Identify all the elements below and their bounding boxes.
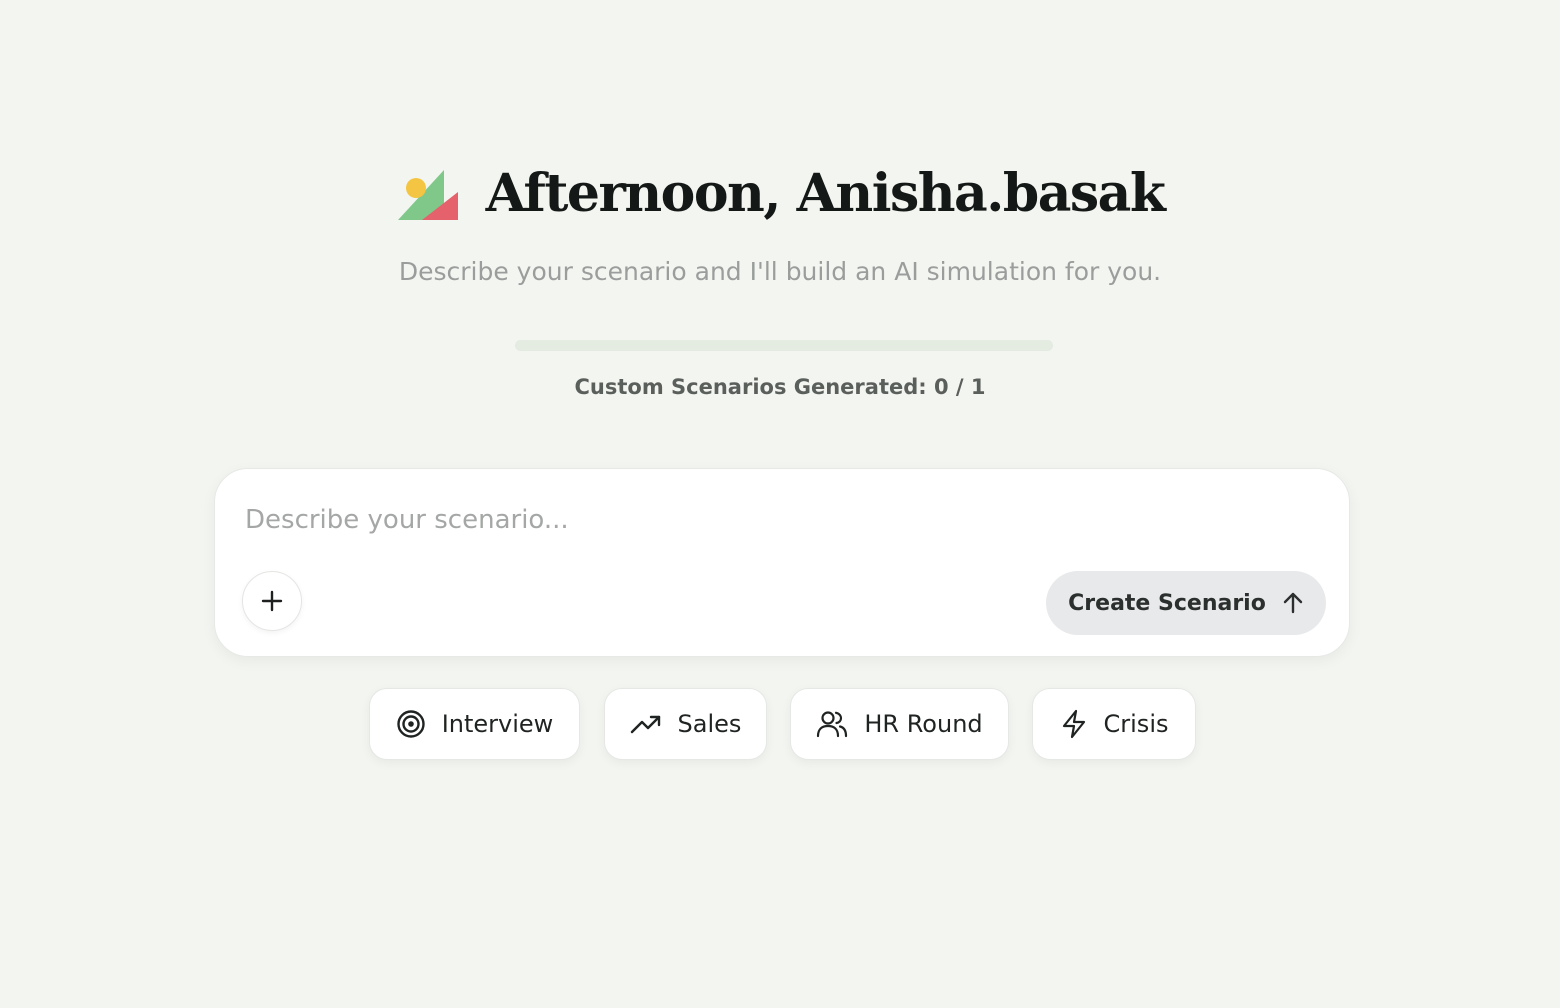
greeting-header: Afternoon, Anisha.basak (0, 160, 1560, 228)
arrow-up-icon (1283, 592, 1303, 614)
chip-crisis[interactable]: Crisis (1032, 688, 1196, 760)
chip-label: Interview (441, 710, 554, 738)
sunrise-chart-logo-icon (397, 170, 458, 220)
chip-label: Sales (677, 710, 742, 738)
chip-label: Crisis (1103, 710, 1169, 738)
scenario-description-input[interactable] (245, 497, 1315, 543)
plus-icon (261, 590, 283, 612)
target-icon (396, 710, 425, 738)
users-icon (817, 711, 848, 738)
scenario-usage-label: Custom Scenarios Generated: 0 / 1 (574, 375, 986, 399)
trending-up-icon (630, 715, 660, 734)
add-attachment-button[interactable] (242, 571, 302, 631)
create-scenario-label: Create Scenario (1068, 590, 1266, 616)
chip-interview[interactable]: Interview (369, 688, 580, 760)
lightning-icon (1062, 709, 1085, 739)
scenario-usage-progress-bar (515, 340, 1053, 351)
chip-hr-round[interactable]: HR Round (790, 688, 1009, 760)
page-subtitle: Describe your scenario and I'll build an… (398, 257, 1162, 286)
chip-label: HR Round (864, 710, 983, 738)
scenario-composer: Create Scenario (214, 468, 1350, 657)
chip-sales[interactable]: Sales (604, 688, 767, 760)
greeting-title: Afternoon, Anisha.basak (485, 163, 1166, 224)
create-scenario-button[interactable]: Create Scenario (1046, 571, 1326, 635)
